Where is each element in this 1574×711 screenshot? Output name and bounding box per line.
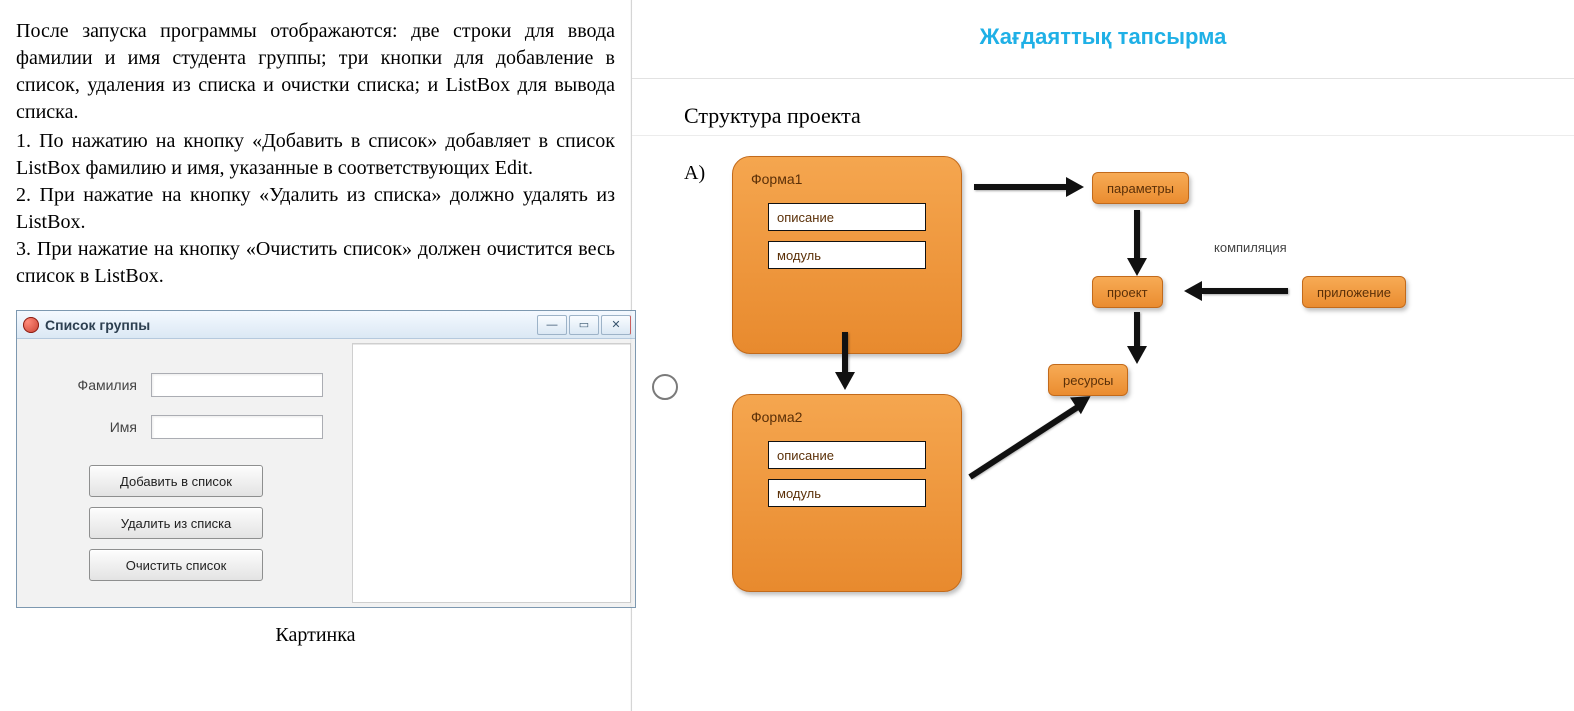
- arrow-icon: [1202, 288, 1288, 294]
- diagram: А) Форма1 описание модуль Форма2 описани…: [632, 135, 1574, 626]
- form1-box: Форма1 описание модуль: [732, 156, 962, 354]
- form1-title: Форма1: [733, 167, 961, 197]
- label-compilation: компиляция: [1214, 240, 1287, 255]
- arrow-icon: [842, 332, 848, 372]
- task-description-block: После запуска программы отображаются: дв…: [16, 18, 615, 290]
- arrow-icon: [1134, 312, 1140, 346]
- arrowhead-icon: [835, 372, 855, 390]
- clear-button: Очистить список: [89, 549, 263, 581]
- name-input: [151, 415, 323, 439]
- task-step-2: 2. При нажатие на кнопку «Удалить из спи…: [16, 182, 615, 236]
- task-step-1: 1. По нажатию на кнопку «Добавить в спис…: [16, 128, 615, 182]
- name-label: Имя: [17, 419, 151, 435]
- form2-desc: описание: [768, 441, 926, 469]
- option-a-radio[interactable]: [652, 374, 678, 400]
- titlebar: Список группы — ▭ ✕: [17, 311, 635, 339]
- app-window-mock: Список группы — ▭ ✕ Фамилия Имя: [16, 310, 636, 608]
- image-caption: Картинка: [16, 624, 615, 647]
- box-resources: ресурсы: [1048, 364, 1128, 396]
- minimize-icon: —: [537, 315, 567, 335]
- arrowhead-icon: [1127, 346, 1147, 364]
- box-application: приложение: [1302, 276, 1406, 308]
- window-title: Список группы: [45, 317, 150, 333]
- task-step-3: 3. При нажатие на кнопку «Очистить списо…: [16, 236, 615, 290]
- form2-box: Форма2 описание модуль: [732, 394, 962, 592]
- form1-desc: описание: [768, 203, 926, 231]
- close-icon: ✕: [601, 315, 631, 335]
- maximize-icon: ▭: [569, 315, 599, 335]
- arrowhead-icon: [1184, 281, 1202, 301]
- surname-input: [151, 373, 323, 397]
- delete-button: Удалить из списка: [89, 507, 263, 539]
- form2-module: модуль: [768, 479, 926, 507]
- arrow-icon: [974, 184, 1066, 190]
- app-icon: [23, 317, 39, 333]
- option-a-label: А): [684, 162, 705, 185]
- form2-title: Форма2: [733, 405, 961, 435]
- arrow-icon: [968, 404, 1080, 480]
- box-project: проект: [1092, 276, 1163, 308]
- surname-label: Фамилия: [17, 377, 151, 393]
- add-button: Добавить в список: [89, 465, 263, 497]
- arrowhead-icon: [1127, 258, 1147, 276]
- listbox: [352, 343, 631, 603]
- diagram-title: Структура проекта: [632, 79, 1574, 129]
- form1-module: модуль: [768, 241, 926, 269]
- box-parameters: параметры: [1092, 172, 1189, 204]
- arrowhead-icon: [1066, 177, 1084, 197]
- arrow-icon: [1134, 210, 1140, 258]
- task-header: Жағдаяттық тапсырма: [632, 0, 1574, 79]
- task-intro: После запуска программы отображаются: дв…: [16, 18, 615, 126]
- question-left-pane: После запуска программы отображаются: дв…: [0, 0, 632, 711]
- answer-right-pane: Жағдаяттық тапсырма Структура проекта А)…: [632, 0, 1574, 711]
